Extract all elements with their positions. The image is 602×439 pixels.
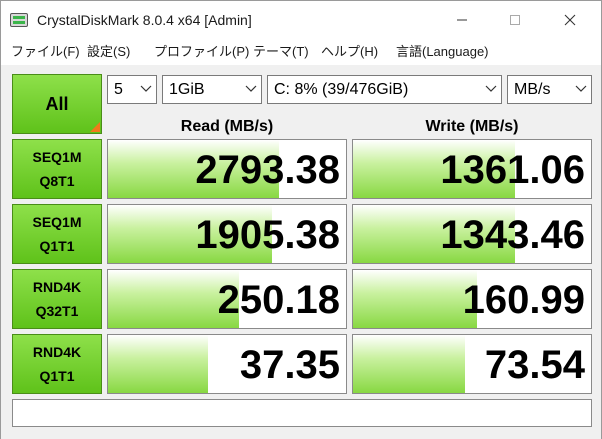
drive-value: C: 8% (39/476GiB): [274, 81, 409, 98]
chevron-down-icon: [485, 85, 497, 92]
write-result-cell: 1361.06: [352, 139, 592, 199]
test-button-seq1m-q8t1[interactable]: SEQ1M Q8T1: [12, 139, 102, 199]
minimize-icon: [457, 19, 467, 21]
unit-select[interactable]: MB/s: [507, 75, 592, 104]
test-name-line2: Q8T1: [39, 173, 75, 189]
size-value: 1GiB: [169, 81, 205, 98]
test-name-line1: SEQ1M: [32, 214, 82, 230]
menu-bar: ファイル(F) 設定(S) プロファイル(P) テーマ(T) ヘルプ(H) 言語…: [1, 39, 601, 65]
test-name-line1: RND4K: [32, 279, 82, 295]
test-button-rnd4k-q1t1[interactable]: RND4K Q1T1: [12, 334, 102, 394]
drive-select[interactable]: C: 8% (39/476GiB): [267, 75, 502, 104]
close-button[interactable]: [547, 1, 593, 39]
comment-field[interactable]: [12, 399, 592, 427]
menu-help[interactable]: ヘルプ(H): [321, 43, 378, 61]
app-icon: [10, 13, 28, 27]
write-column-header: Write (MB/s): [425, 118, 519, 135]
unit-value: MB/s: [514, 81, 551, 98]
chevron-down-icon: [575, 85, 587, 92]
write-result-value: 1343.46: [440, 213, 585, 257]
all-button[interactable]: All: [12, 74, 102, 134]
test-name-line2: Q1T1: [39, 368, 75, 384]
count-value: 5: [114, 81, 123, 98]
read-result-cell: 37.35: [107, 334, 347, 394]
chevron-down-icon: [140, 85, 152, 92]
crystaldiskmark-window: CrystalDiskMark 8.0.4 x64 [Admin] ファイル(F…: [0, 0, 602, 439]
test-name-line2: Q32T1: [35, 303, 79, 319]
menu-theme[interactable]: テーマ(T): [253, 43, 309, 61]
main-panel: All 5 1GiB C: 8% (39/476GiB) MB/s Read (…: [1, 65, 601, 439]
read-result-cell: 250.18: [107, 269, 347, 329]
count-select[interactable]: 5: [107, 75, 157, 104]
test-button-seq1m-q1t1[interactable]: SEQ1M Q1T1: [12, 204, 102, 264]
menu-file[interactable]: ファイル(F): [11, 43, 80, 61]
write-result-value: 73.54: [484, 343, 585, 387]
corner-marker-icon: [90, 122, 100, 132]
write-result-cell: 73.54: [352, 334, 592, 394]
test-name-line1: SEQ1M: [32, 149, 82, 165]
read-result-cell: 2793.38: [107, 139, 347, 199]
write-result-cell: 1343.46: [352, 204, 592, 264]
read-result-value: 250.18: [217, 278, 340, 322]
title-bar: CrystalDiskMark 8.0.4 x64 [Admin]: [1, 1, 601, 39]
write-result-cell: 160.99: [352, 269, 592, 329]
close-icon: [564, 14, 576, 26]
menu-language[interactable]: 言語(Language): [396, 43, 489, 61]
maximize-icon: [510, 15, 520, 25]
read-column-header: Read (MB/s): [180, 118, 274, 135]
test-button-rnd4k-q32t1[interactable]: RND4K Q32T1: [12, 269, 102, 329]
read-result-value: 1905.38: [195, 213, 340, 257]
test-name-line1: RND4K: [32, 344, 82, 360]
write-result-value: 160.99: [462, 278, 585, 322]
maximize-button[interactable]: [492, 1, 538, 39]
menu-profile[interactable]: プロファイル(P): [154, 43, 249, 61]
read-result-value: 2793.38: [195, 148, 340, 192]
window-title: CrystalDiskMark 8.0.4 x64 [Admin]: [37, 12, 252, 28]
write-level-bar: [353, 335, 465, 393]
menu-settings[interactable]: 設定(S): [87, 43, 130, 61]
read-level-bar: [108, 335, 208, 393]
size-select[interactable]: 1GiB: [162, 75, 262, 104]
test-name-line2: Q1T1: [39, 238, 75, 254]
write-result-value: 1361.06: [440, 148, 585, 192]
chevron-down-icon: [245, 85, 257, 92]
all-button-label: All: [45, 93, 69, 114]
read-result-value: 37.35: [239, 343, 340, 387]
write-level-bar: [353, 270, 477, 328]
minimize-button[interactable]: [439, 1, 485, 39]
read-result-cell: 1905.38: [107, 204, 347, 264]
